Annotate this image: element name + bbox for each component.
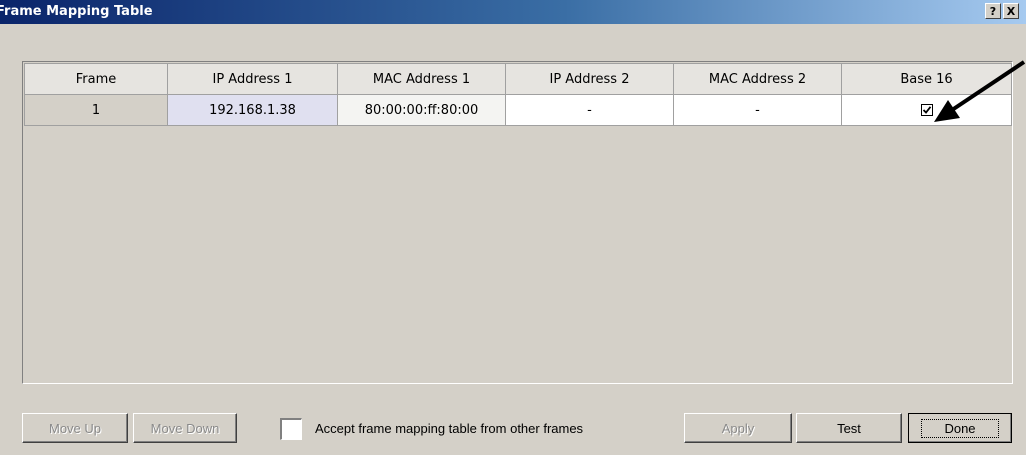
- column-header-mac-address-1[interactable]: MAC Address 1: [337, 63, 506, 95]
- move-up-button[interactable]: Move Up: [22, 413, 128, 443]
- accept-frame-mapping-checkbox[interactable]: [280, 418, 302, 440]
- move-down-button[interactable]: Move Down: [133, 413, 237, 443]
- mac-address-2-cell[interactable]: -: [673, 94, 842, 126]
- mapping-table: Frame IP Address 1 MAC Address 1 IP Addr…: [24, 63, 1012, 126]
- apply-button[interactable]: Apply: [684, 413, 792, 443]
- column-header-frame[interactable]: Frame: [24, 63, 168, 95]
- help-button[interactable]: ?: [985, 3, 1001, 19]
- done-button[interactable]: Done: [908, 413, 1012, 443]
- column-header-ip-address-1[interactable]: IP Address 1: [167, 63, 338, 95]
- column-header-mac-address-2[interactable]: MAC Address 2: [673, 63, 842, 95]
- table-row[interactable]: 1 192.168.1.38 80:00:00:ff:80:00 - -: [24, 94, 1012, 126]
- accept-frame-mapping-label[interactable]: Accept frame mapping table from other fr…: [315, 421, 583, 436]
- frame-cell[interactable]: 1: [24, 94, 168, 126]
- window-title: Frame Mapping Table: [0, 4, 153, 19]
- ip-address-1-cell[interactable]: 192.168.1.38: [167, 94, 338, 126]
- ip-address-2-cell[interactable]: -: [505, 94, 674, 126]
- close-button[interactable]: X: [1003, 3, 1019, 19]
- test-button[interactable]: Test: [796, 413, 902, 443]
- column-header-ip-address-2[interactable]: IP Address 2: [505, 63, 674, 95]
- pointer-arrow-icon: [934, 60, 1026, 122]
- title-bar[interactable]: Frame Mapping Table ? X: [0, 0, 1026, 24]
- mac-address-1-cell[interactable]: 80:00:00:ff:80:00: [337, 94, 506, 126]
- done-button-label: Done: [921, 418, 999, 438]
- header-row: Frame IP Address 1 MAC Address 1 IP Addr…: [24, 63, 1012, 95]
- mapping-grid[interactable]: Frame IP Address 1 MAC Address 1 IP Addr…: [22, 61, 1013, 384]
